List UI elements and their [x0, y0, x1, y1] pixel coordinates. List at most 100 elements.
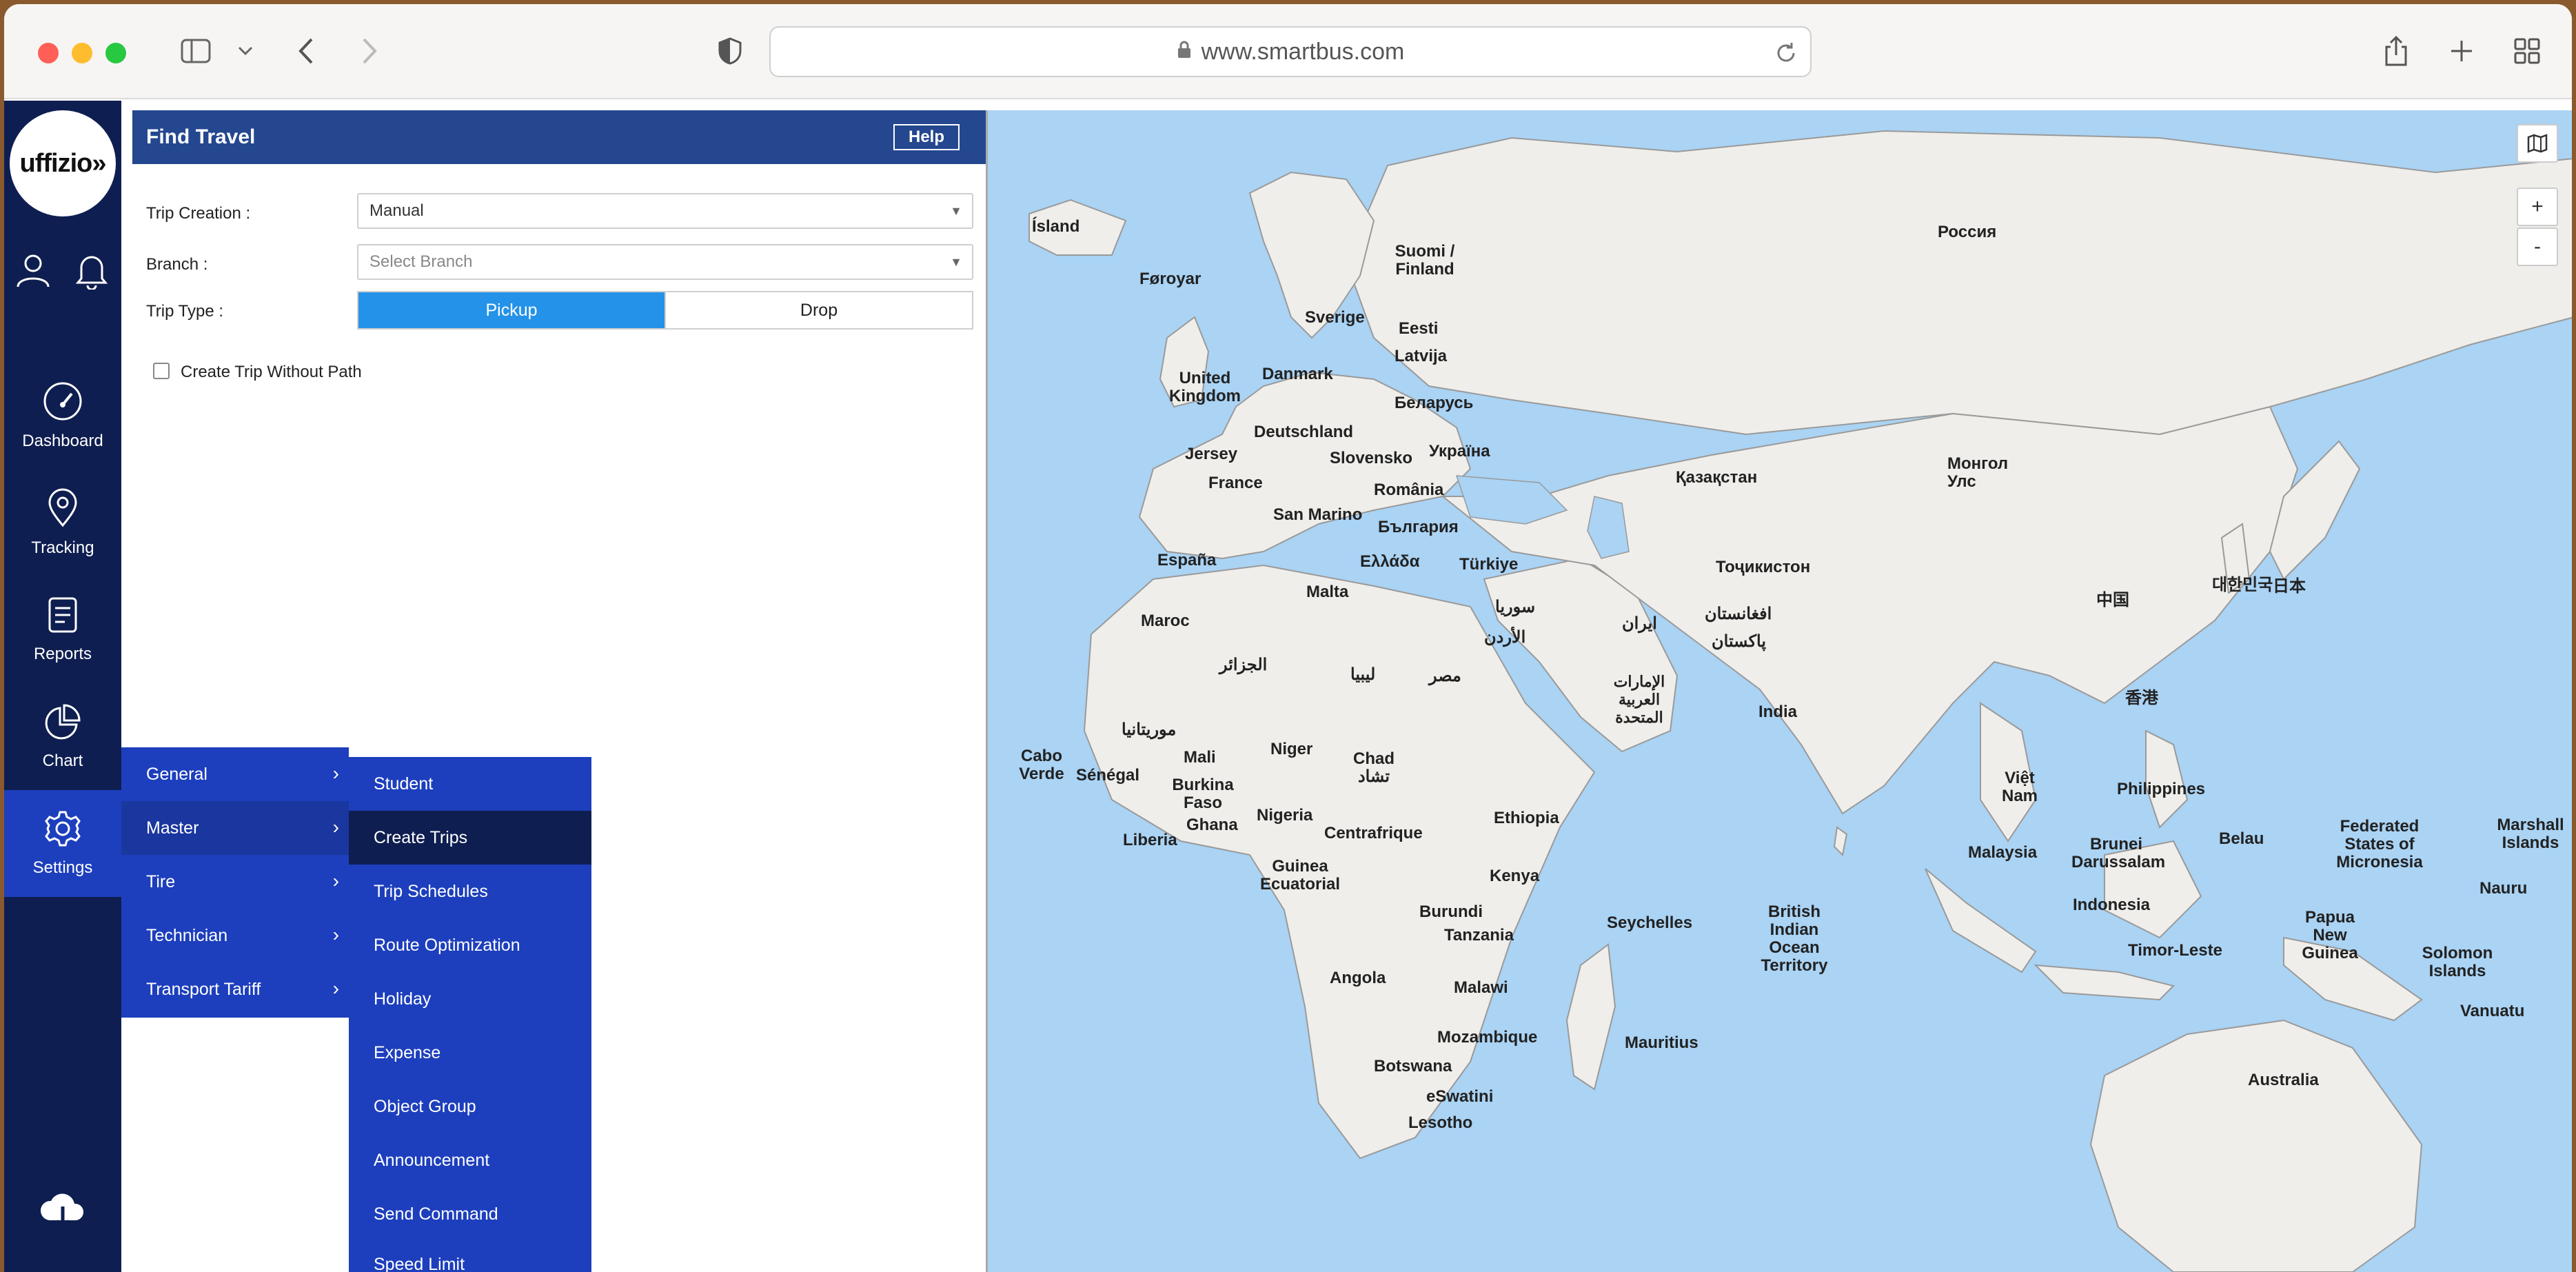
share-icon[interactable]	[2375, 30, 2417, 72]
submenu-item-announcement[interactable]: Announcement	[349, 1133, 591, 1187]
submenu-item-create-trips[interactable]: Create Trips	[349, 811, 591, 865]
map-label: Nauru	[2479, 879, 2528, 898]
map-label: Slovensko	[1330, 449, 1413, 467]
tab-overview-icon[interactable]	[2506, 30, 2548, 72]
branch-label: Branch :	[146, 255, 208, 274]
back-arrow-icon[interactable]	[285, 30, 327, 72]
trip-creation-label: Trip Creation :	[146, 204, 251, 223]
user-icon[interactable]	[14, 251, 52, 293]
map-label: Brunei Darussalam	[2071, 835, 2166, 871]
chevron-down-icon[interactable]	[225, 30, 266, 72]
nav-label: Dashboard	[22, 432, 103, 450]
browser-window: www.smartbus.com uffizio» Dashboard Trac…	[4, 4, 2572, 1272]
nav-settings[interactable]: Settings	[4, 790, 121, 897]
map-label: Niger	[1270, 740, 1313, 758]
submenu-item-send-command[interactable]: Send Command	[349, 1187, 591, 1241]
caret-down-icon: ▼	[950, 204, 962, 218]
submenu-item-student[interactable]: Student	[349, 757, 591, 811]
minimize-window-button[interactable]	[72, 43, 92, 63]
map-label: Tanzania	[1444, 926, 1514, 945]
map-label: Malta	[1306, 583, 1349, 601]
submenu-item-route-optimization[interactable]: Route Optimization	[349, 918, 591, 972]
speedometer-icon	[43, 381, 83, 425]
map-label: الجزائر	[1219, 656, 1268, 674]
map-label: Latvija	[1395, 347, 1448, 365]
submenu-item-object-group[interactable]: Object Group	[349, 1080, 591, 1133]
location-pin-icon	[45, 488, 80, 532]
map-label: Беларусь	[1395, 394, 1474, 412]
map-label: Eesti	[1399, 319, 1439, 338]
pickup-button[interactable]: Pickup	[358, 292, 665, 328]
map-label: Ghana	[1186, 816, 1238, 834]
sidebar-toggle-icon[interactable]	[175, 30, 216, 72]
chevron-right-icon: ›	[332, 978, 339, 999]
trip-creation-select[interactable]: Manual ▼	[357, 193, 973, 229]
submenu-item-trip-schedules[interactable]: Trip Schedules	[349, 865, 591, 918]
map-label: Botswana	[1374, 1057, 1452, 1076]
menu-item-technician[interactable]: Technician ›	[121, 909, 349, 962]
map-label: Maroc	[1141, 612, 1190, 630]
forward-arrow-icon[interactable]	[349, 30, 390, 72]
nav-reports[interactable]: Reports	[4, 576, 121, 683]
browser-toolbar: www.smartbus.com	[4, 4, 2572, 99]
map-label: Liberia	[1123, 831, 1177, 849]
menu-item-general[interactable]: General ›	[121, 747, 349, 801]
create-trip-without-path-checkbox[interactable]	[153, 363, 170, 379]
branch-placeholder: Select Branch	[369, 252, 473, 271]
map-label: الإمارات العربية المتحدة	[1613, 673, 1665, 726]
map-label: Mali	[1184, 748, 1216, 767]
close-window-button[interactable]	[38, 43, 59, 63]
zoom-out-button[interactable]: -	[2517, 228, 2558, 266]
bell-icon[interactable]	[74, 251, 109, 293]
branch-select[interactable]: Select Branch ▼	[357, 244, 973, 280]
url-text: www.smartbus.com	[1201, 38, 1405, 65]
map-label: Angola	[1330, 969, 1386, 987]
map-label: Papua New Guinea	[2302, 908, 2358, 962]
uffizio-logo[interactable]: uffizio»	[10, 110, 116, 216]
help-button[interactable]: Help	[893, 124, 960, 150]
map-label: eSwatini	[1426, 1087, 1494, 1106]
menu-item-tire[interactable]: Tire ›	[121, 855, 349, 909]
nav-dashboard[interactable]: Dashboard	[4, 363, 121, 470]
caret-down-icon: ▼	[950, 255, 962, 269]
map-label: Ελλάδα	[1360, 552, 1420, 571]
map-label: Indonesia	[2073, 896, 2151, 914]
map-label: Seychelles	[1607, 913, 1693, 932]
map-label: Føroyar	[1139, 270, 1201, 288]
nav-label: Reports	[33, 645, 92, 663]
submenu-item-speed-limit[interactable]: Speed Limit	[349, 1241, 591, 1272]
shield-icon[interactable]	[709, 30, 751, 72]
address-bar[interactable]: www.smartbus.com	[769, 26, 1812, 77]
map-label: India	[1758, 703, 1798, 721]
nav-label: Chart	[42, 751, 83, 770]
menu-item-transport-tariff[interactable]: Transport Tariff ›	[121, 962, 349, 1016]
gear-icon	[43, 809, 82, 851]
map-label: United Kingdom	[1169, 369, 1241, 405]
map-label: سوريا	[1495, 598, 1536, 616]
submenu-item-expense[interactable]: Expense	[349, 1026, 591, 1080]
nav-label: Settings	[32, 858, 93, 877]
map-view[interactable]: Россия Ísland Føroyar Suomi / Finland Sv…	[986, 110, 2572, 1272]
nav-chart[interactable]: Chart	[4, 683, 121, 790]
menu-item-master[interactable]: Master ›	[121, 801, 349, 855]
map-label: Chad تشاد	[1353, 749, 1395, 786]
map-label: Deutschland	[1254, 423, 1354, 441]
map-label: Timor-Leste	[2128, 941, 2222, 960]
zoom-in-button[interactable]: +	[2517, 188, 2558, 226]
zoom-window-button[interactable]	[105, 43, 126, 63]
drop-button[interactable]: Drop	[665, 292, 972, 328]
map-label: Nigeria	[1257, 806, 1313, 825]
trip-type-toggle: Pickup Drop	[357, 291, 973, 330]
map-label: Mauritius	[1625, 1033, 1698, 1052]
map-label: Монгол Улс	[1947, 454, 2009, 491]
map-label: Federated States of Micronesia	[2336, 817, 2423, 871]
submenu-item-holiday[interactable]: Holiday	[349, 972, 591, 1026]
new-tab-icon[interactable]	[2441, 30, 2482, 72]
cloud-download-icon[interactable]	[37, 1190, 88, 1235]
map-layer-icon[interactable]	[2517, 124, 2558, 163]
reload-icon[interactable]	[1774, 41, 1798, 71]
menu-item-label: Master	[146, 818, 199, 838]
nav-tracking[interactable]: Tracking	[4, 470, 121, 576]
map-label: 대한민국	[2212, 576, 2273, 594]
map-label: افغانستان	[1705, 605, 1772, 623]
